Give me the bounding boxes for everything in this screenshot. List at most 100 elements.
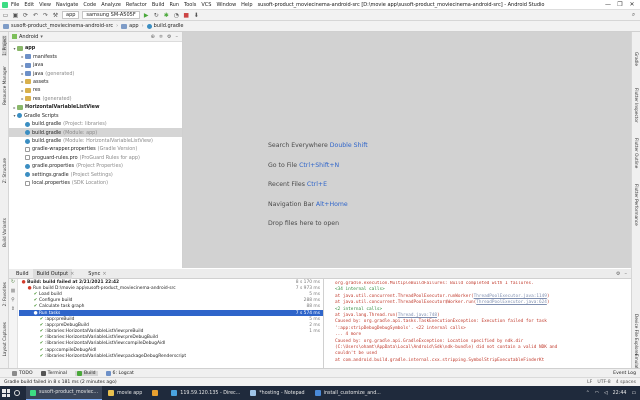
taskbar-item[interactable]: susoft-product_moviec... (26, 386, 102, 400)
menu-item-analyze[interactable]: Analyze (101, 2, 121, 8)
sdk-manager-icon[interactable]: ⬇ (193, 12, 200, 19)
tree-item[interactable]: ▾ app (9, 44, 182, 52)
tool-tab-gradle[interactable]: Gradle (634, 52, 639, 66)
run-config-select[interactable]: app (62, 11, 80, 19)
taskbar-item[interactable] (148, 386, 165, 400)
rerun-icon[interactable]: ↻ (9, 279, 17, 288)
windows-start-icon[interactable] (2, 389, 10, 397)
tree-item[interactable]: build.gradle (Module: HorizontalVariableL… (9, 137, 182, 145)
stop-icon[interactable]: ■ (183, 12, 190, 19)
build-tree-item[interactable]: ✔:libraries:HorizontalVariableListView:p… (19, 353, 323, 359)
globe-icon[interactable]: ⊕ (151, 34, 155, 40)
status-item[interactable]: LF (587, 380, 592, 385)
breadcrumb-item[interactable]: app (121, 23, 139, 29)
menu-item-vcs[interactable]: VCS (201, 2, 211, 8)
tool-tab-flutter-outline[interactable]: Flutter Outline (634, 138, 639, 168)
menu-item-help[interactable]: Help (241, 2, 252, 8)
tree-item[interactable]: proguard-rules.pro (ProGuard Rules for ap… (9, 154, 182, 162)
bottom-tab-todo[interactable]: TODO (12, 370, 33, 376)
maximize-icon[interactable]: ❐ (614, 1, 626, 8)
bottom-tab-terminal[interactable]: Terminal (40, 370, 67, 376)
save-icon[interactable]: ▣ (12, 12, 19, 19)
console-link[interactable]: Thread.java:748 (398, 313, 437, 318)
sync-icon[interactable]: ⟳ (22, 12, 29, 19)
tree-item[interactable]: gradle-wrapper.properties (Gradle Version… (9, 145, 182, 153)
tree-item[interactable]: local.properties (SDK Location) (9, 179, 182, 187)
menu-item-view[interactable]: View (39, 2, 51, 8)
stop-icon[interactable]: ■ (9, 288, 17, 297)
network-icon[interactable]: ◠ (595, 391, 599, 396)
editor-area[interactable]: Search Everywhere Double Shift Go to File… (183, 32, 631, 268)
tree-item[interactable]: ▸ assets (9, 78, 182, 86)
hammer-icon[interactable]: ⚒ (52, 12, 59, 19)
run-icon[interactable]: ▶ (143, 12, 150, 19)
minimize-icon[interactable]: – (176, 34, 179, 40)
gear-icon[interactable]: ⚙ (167, 34, 171, 40)
tool-tab-flutter-performance[interactable]: Flutter Performance (634, 184, 639, 226)
breadcrumb-item[interactable]: build.gradle (146, 23, 183, 29)
status-item[interactable]: 4 spaces (616, 380, 636, 385)
event-log-button[interactable]: Event Log (613, 371, 636, 376)
console-link[interactable]: ThreadPoolExecutor.java:1149 (474, 294, 547, 299)
tree-item[interactable]: ▸ java (9, 61, 182, 69)
profile-icon[interactable]: ◔ (173, 12, 180, 19)
chevron-down-icon[interactable]: ▾ (40, 34, 43, 40)
expand-icon[interactable]: ⇕ (9, 306, 17, 315)
gear-icon[interactable]: ⚙ (616, 271, 620, 277)
menu-item-code[interactable]: Code (83, 2, 96, 8)
debug-icon[interactable]: ✱ (163, 12, 170, 19)
menu-item-run[interactable]: Run (169, 2, 179, 8)
minimize-icon[interactable]: — (602, 1, 614, 8)
tool-tab-resource-manager[interactable]: Resource Manager (2, 66, 7, 105)
tree-item[interactable]: ▸ res (9, 86, 182, 94)
close-tab-icon[interactable]: × (70, 271, 74, 277)
apply-changes-icon[interactable]: ↻ (153, 12, 160, 19)
close-tab-icon[interactable]: × (102, 271, 106, 277)
tool-tab-1-project[interactable]: 1: Project (2, 36, 7, 56)
taskbar-item[interactable]: 119.59.120.135 - Direc... (167, 386, 244, 400)
search-icon[interactable] (14, 390, 20, 396)
volume-icon[interactable]: ◁ (604, 391, 608, 396)
tree-item[interactable]: settings.gradle (Project Settings) (9, 171, 182, 179)
tree-item[interactable]: build.gradle (Project: libraries) (9, 120, 182, 128)
tool-tab-build-variants[interactable]: Build Variants (2, 218, 7, 247)
bottom-tab-build[interactable]: Build (75, 370, 98, 376)
close-icon[interactable]: ✕ (626, 1, 638, 8)
menu-item-edit[interactable]: Edit (24, 2, 34, 8)
tool-tab-flutter-inspector[interactable]: Flutter Inspector (634, 88, 639, 123)
menu-item-navigate[interactable]: Navigate (56, 2, 78, 8)
tree-item[interactable]: build.gradle (Module: app) (9, 128, 182, 137)
collapse-icon[interactable]: ≑ (159, 34, 163, 40)
device-select[interactable]: samsung SM-A505F (82, 11, 140, 19)
menu-item-build[interactable]: Build (152, 2, 165, 8)
taskbar-item[interactable]: *hosting - Notepad (246, 386, 308, 400)
menu-item-window[interactable]: Window (216, 2, 236, 8)
menu-item-file[interactable]: File (11, 2, 19, 8)
open-folder-icon[interactable]: ▭ (2, 12, 9, 19)
build-console[interactable]: org.gradle.execution.MultipleBuildFailur… (335, 281, 631, 367)
tree-item[interactable]: ▸ HorizontalVariableListView (9, 103, 182, 111)
tool-tab-device-file-explorer[interactable]: Device File Explorer (634, 314, 639, 355)
taskbar-item[interactable]: install_customize_and... (311, 386, 385, 400)
undo-icon[interactable]: ↶ (32, 12, 39, 19)
tree-item[interactable]: ▸ manifests (9, 52, 182, 60)
search-icon[interactable]: ⌕ (630, 11, 637, 19)
tab-build-output[interactable]: Build Output (32, 268, 73, 279)
menu-item-refactor[interactable]: Refactor (126, 2, 147, 8)
taskbar-item[interactable]: movie app (104, 386, 146, 400)
tree-item[interactable]: gradle.properties (Project Properties) (9, 162, 182, 170)
tab-sync[interactable]: Sync (84, 269, 104, 279)
tree-item[interactable]: ▾ Gradle Scripts (9, 112, 182, 120)
tree-item[interactable]: ▸ res (generated) (9, 95, 182, 103)
notifications-icon[interactable]: ▭ (631, 391, 636, 396)
tool-tab-layout-captures[interactable]: Layout Captures (2, 322, 7, 356)
tree-item[interactable]: ▸ java (generated) (9, 69, 182, 77)
tool-tab-2-favorites[interactable]: 2: Favorites (2, 282, 7, 306)
tab-build[interactable]: Build (12, 269, 33, 279)
menu-item-tools[interactable]: Tools (184, 2, 196, 8)
filter-icon[interactable]: ⚲ (9, 297, 17, 306)
breadcrumb-item[interactable]: susoft-product_moviecinema-android-src (3, 23, 113, 29)
bottom-tab-6-logcat[interactable]: 6: Logcat (105, 370, 134, 376)
status-item[interactable]: UTF-8 (597, 380, 610, 385)
tool-tab-z-structure[interactable]: Z: Structure (2, 158, 7, 183)
